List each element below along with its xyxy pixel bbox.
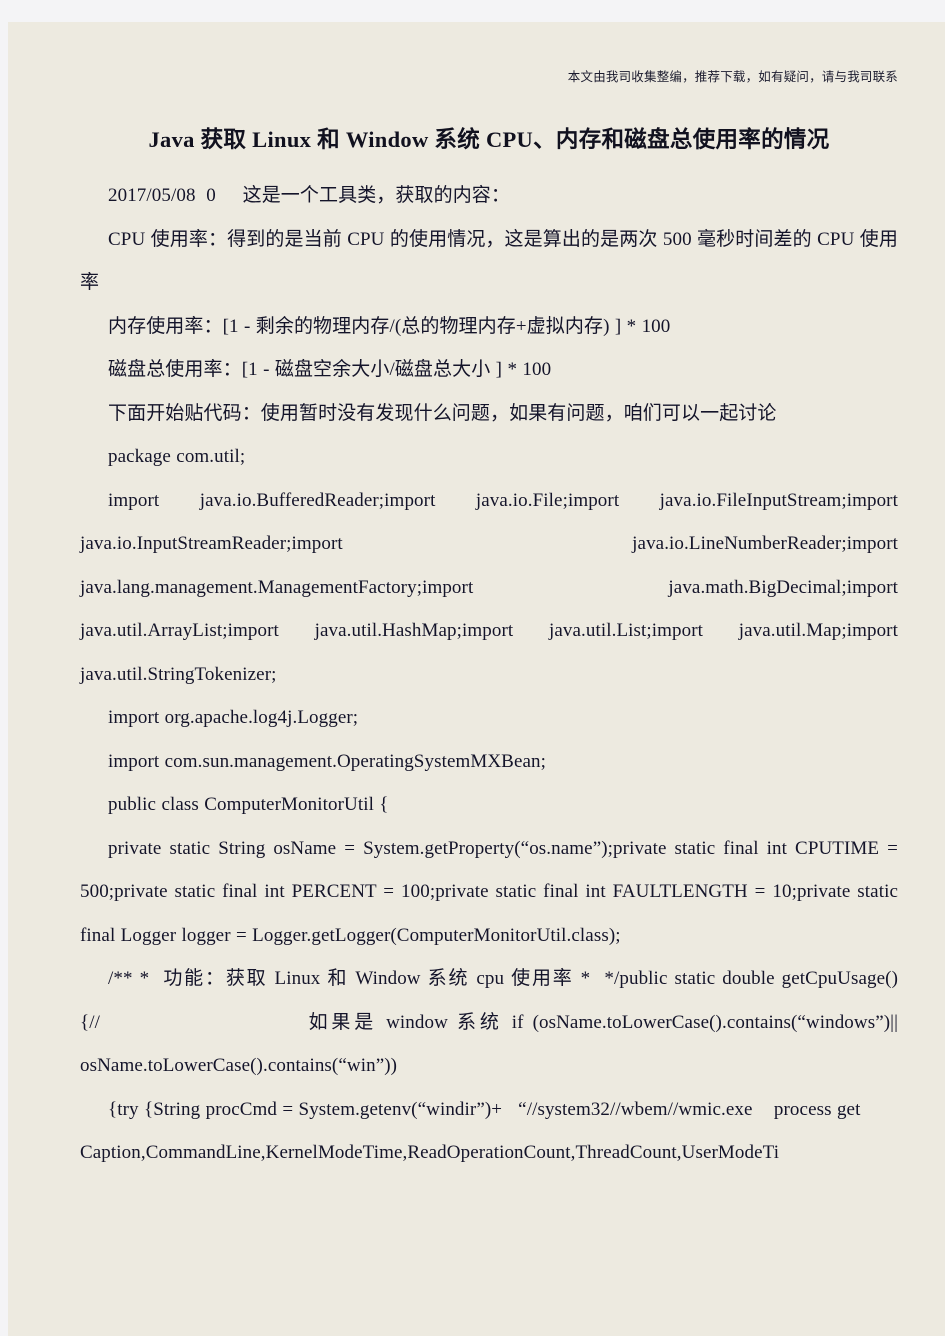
code-javadoc-and-method: /** * 功能：获取 Linux 和 Window 系统 cpu 使用率 * … [80,968,898,1076]
page-header-note: 本文由我司收集整编，推荐下载，如有疑问，请与我司联系 [567,70,898,84]
paragraph-disk-usage: 磁盘总使用率：[1 - 磁盘空余大小/磁盘总大小 ] * 100 [108,359,552,380]
code-import-mxbean: import com.sun.management.OperatingSyste… [108,750,546,772]
code-class-declaration: public class ComputerMonitorUtil { [108,794,389,815]
code-try-block: {try {String procCmd = System.getenv(“wi… [108,1098,861,1120]
paragraph-memory-usage: 内存使用率：[1 - 剩余的物理内存/(总的物理内存+虚拟内存) ] * 100 [108,315,671,337]
document-page: 本文由我司收集整编，推荐下载，如有疑问，请与我司联系 Java 获取 Linux… [8,22,945,1336]
page-title: Java 获取 Linux 和 Window 系统 CPU、内存和磁盘总使用率的… [148,127,830,152]
meta-line: 2017/05/08 0 这是一个工具类，获取的内容： [108,185,511,206]
paragraph-cpu-usage: CPU 使用率：得到的是当前 CPU 的使用情况，这是算出的是两次 500 毫秒… [80,228,898,294]
paragraph-intro: 下面开始贴代码：使用暂时没有发现什么问题，如果有问题，咱们可以一起讨论 [108,402,777,424]
code-import-block: import java.io.BufferedReader;import jav… [80,489,904,685]
document-body: 2017/05/08 0 这是一个工具类，获取的内容： CPU 使用率：得到的是… [80,174,898,1175]
code-static-fields: private static String osName = System.ge… [80,837,904,946]
code-import-log4j: import org.apache.log4j.Logger; [108,707,359,728]
code-wmic-properties: Caption,CommandLine,KernelModeTime,ReadO… [80,1142,780,1163]
code-package-statement: package com.util; [108,446,246,467]
